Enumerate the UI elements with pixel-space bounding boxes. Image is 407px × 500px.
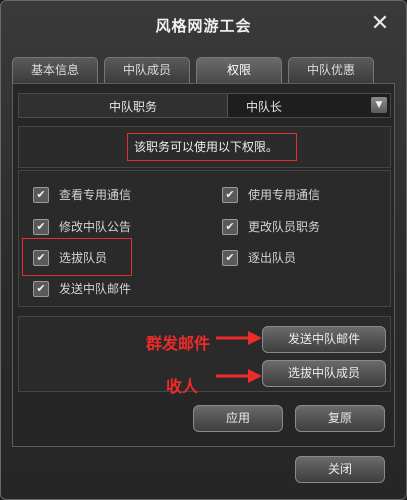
close-button[interactable]: 关闭 (295, 456, 385, 483)
close-icon[interactable]: ✕ (366, 10, 394, 38)
tab-permissions[interactable]: 权限 (196, 57, 282, 83)
checkbox-change-role[interactable]: ✔ 更改队员职务 (222, 218, 320, 235)
select-squad-member-button[interactable]: 选拔中队成员 (262, 360, 386, 387)
tab-squad-members[interactable]: 中队成员 (104, 57, 190, 83)
title-bar[interactable]: 风格网游工会 ✕ (5, 7, 402, 43)
permission-note-box: 该职务可以使用以下权限。 (18, 126, 391, 168)
checkbox-edit-notice[interactable]: ✔ 修改中队公告 (33, 218, 131, 235)
highlight-box (22, 238, 132, 276)
rank-value: 中队长 (246, 100, 283, 114)
checkbox-label: 查看专用通信 (59, 188, 132, 202)
checkmark-icon: ✔ (33, 218, 49, 235)
checkmark-icon: ✔ (33, 186, 49, 203)
tab-basic-info[interactable]: 基本信息 (12, 57, 98, 83)
permission-note: 该职务可以使用以下权限。 (127, 133, 297, 161)
send-squad-mail-button[interactable]: 发送中队邮件 (262, 326, 386, 353)
tab-squad-benefits[interactable]: 中队优惠 (288, 57, 374, 83)
rank-row: 中队职务 中队长 ▼ (18, 93, 391, 118)
checkbox-kick-member[interactable]: ✔ 逐出队员 (222, 249, 296, 266)
reset-button[interactable]: 复原 (295, 405, 385, 432)
annotation-mass-mail: 群发邮件 (146, 334, 211, 353)
checkbox-label: 使用专用通信 (248, 188, 321, 202)
rank-select[interactable]: 中队长 ▼ (227, 94, 390, 117)
chevron-down-icon[interactable]: ▼ (371, 97, 387, 113)
checkbox-use-private-comm[interactable]: ✔ 使用专用通信 (222, 186, 320, 203)
window-title: 风格网游工会 (155, 17, 252, 35)
checkmark-icon: ✔ (222, 218, 238, 235)
checkmark-icon: ✔ (222, 249, 238, 266)
checkmark-icon: ✔ (33, 280, 49, 297)
checkmark-icon: ✔ (222, 186, 238, 203)
checkbox-label: 修改中队公告 (59, 220, 132, 234)
tab-bar: 基本信息 中队成员 权限 中队优惠 (12, 57, 392, 83)
apply-button[interactable]: 应用 (193, 405, 283, 432)
arrow-icon (216, 331, 262, 345)
rank-label: 中队职务 (109, 100, 158, 114)
checkbox-view-private-comm[interactable]: ✔ 查看专用通信 (33, 186, 131, 203)
arrow-icon (216, 369, 262, 383)
checkbox-label: 逐出队员 (248, 251, 297, 265)
checkbox-label: 更改队员职务 (248, 220, 321, 234)
annotation-recruit: 收人 (166, 377, 199, 396)
checkbox-label: 发送中队邮件 (59, 282, 132, 296)
checkbox-send-mail[interactable]: ✔ 发送中队邮件 (33, 280, 131, 297)
